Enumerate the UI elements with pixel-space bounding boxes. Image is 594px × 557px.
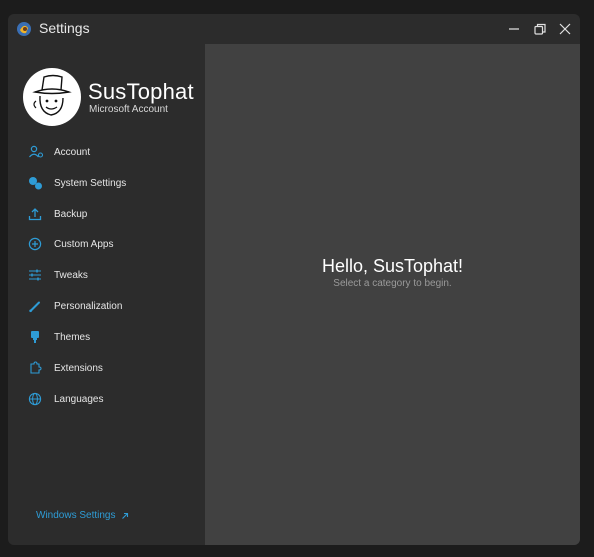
sidebar-item-label: System Settings: [54, 177, 127, 189]
minimize-icon: [509, 28, 519, 30]
greeting-heading: Hello, SusTophat!: [321, 256, 464, 276]
window-title: Settings: [39, 20, 90, 36]
languages-icon: [28, 391, 48, 407]
tweaks-icon: [28, 267, 48, 283]
sidebar-item-label: Custom Apps: [54, 238, 114, 250]
minimize-button[interactable]: [503, 18, 525, 40]
sidebar-item-languages[interactable]: Languages: [28, 388, 198, 410]
sidebar-item-label: Backup: [54, 208, 88, 220]
sidebar-item-account[interactable]: Account: [28, 141, 198, 163]
tophat-avatar-icon: [24, 69, 80, 125]
sidebar-item-label: Themes: [54, 331, 91, 343]
windows-settings-label: Windows Settings: [36, 510, 116, 521]
avatar[interactable]: [23, 68, 81, 126]
sidebar-item-extensions[interactable]: Extensions: [28, 357, 198, 379]
sidebar-item-system-settings[interactable]: System Settings: [28, 172, 198, 194]
sidebar-item-personalization[interactable]: Personalization: [28, 295, 198, 317]
custom-apps-icon: [28, 236, 48, 252]
sidebar-item-backup[interactable]: Backup: [28, 203, 198, 225]
sidebar-item-custom-apps[interactable]: Custom Apps: [28, 233, 198, 255]
user-name: SusTophat: [88, 79, 194, 104]
account-icon: [28, 144, 48, 160]
themes-icon: [28, 329, 48, 345]
external-link-icon: [122, 512, 129, 519]
settings-window: Settings SusTophat Microsoft Account Acc…: [8, 14, 580, 545]
system-settings-icon: [28, 175, 48, 191]
close-button[interactable]: [554, 18, 576, 40]
backup-icon: [28, 206, 48, 222]
restore-icon: [534, 23, 546, 35]
account-type: Microsoft Account: [89, 104, 168, 115]
sidebar-item-themes[interactable]: Themes: [28, 326, 198, 348]
app-logo-icon: [16, 21, 32, 37]
restore-button[interactable]: [529, 18, 551, 40]
extensions-icon: [28, 360, 48, 376]
greeting-hint: Select a category to begin.: [333, 278, 452, 289]
sidebar-item-tweaks[interactable]: Tweaks: [28, 264, 198, 286]
title-bar[interactable]: Settings: [8, 14, 580, 44]
sidebar-item-label: Tweaks: [54, 269, 88, 281]
sidebar-item-label: Extensions: [54, 362, 103, 374]
close-icon: [559, 23, 571, 35]
sidebar-item-label: Personalization: [54, 300, 123, 312]
main-content: Hello, SusTophat! Select a category to b…: [205, 44, 580, 545]
sidebar: SusTophat Microsoft Account Account Syst…: [8, 44, 205, 545]
sidebar-item-label: Account: [54, 146, 91, 158]
sidebar-item-label: Languages: [54, 393, 104, 405]
windows-settings-link[interactable]: Windows Settings: [36, 510, 129, 521]
personalization-icon: [28, 298, 48, 314]
